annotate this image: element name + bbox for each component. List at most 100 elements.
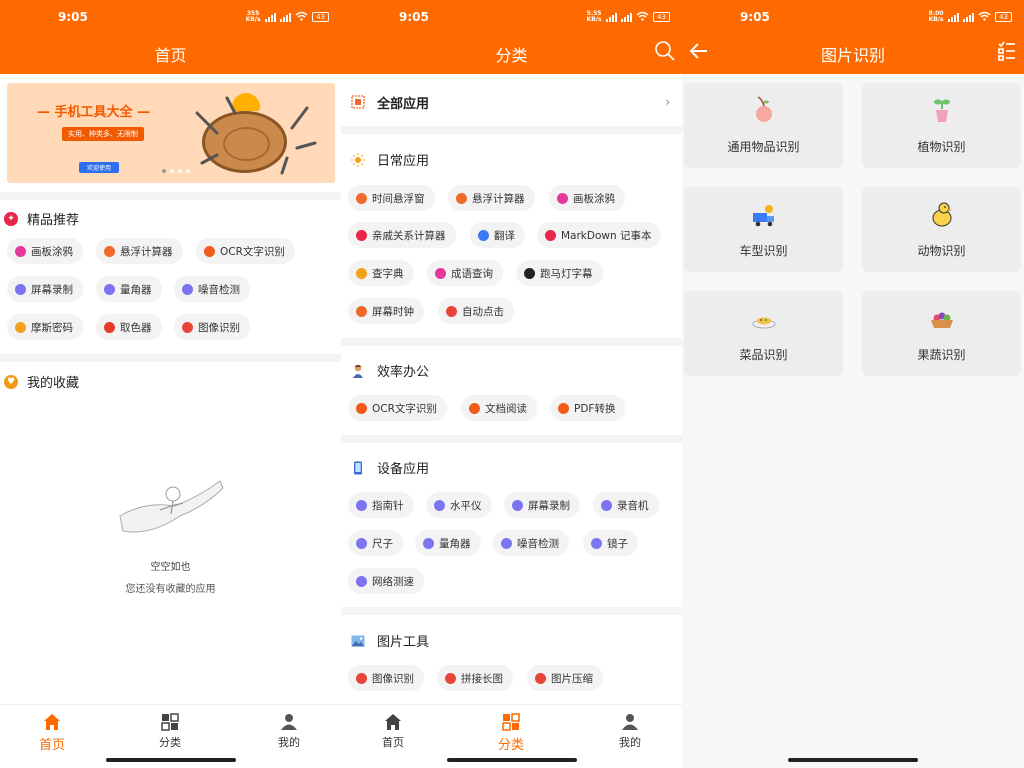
chip-stitch-long-image[interactable]: 拼接长图 — [437, 665, 513, 691]
color-picker-icon — [104, 321, 115, 333]
chip-color-picker[interactable]: 取色器 — [96, 314, 162, 340]
chip-recorder[interactable]: 录音机 — [593, 492, 659, 518]
chip-idiom[interactable]: 成语查询 — [427, 260, 503, 286]
chip-screen-clock[interactable]: 屏幕时钟 — [348, 298, 424, 324]
featured-icon: ✦ — [4, 211, 18, 226]
status-icons: 5.55 KB/s 43 — [586, 11, 670, 23]
category-icon — [161, 713, 179, 731]
tab-home[interactable]: 首页 — [353, 713, 433, 750]
plant-icon — [934, 99, 950, 122]
level-icon — [434, 499, 445, 511]
chip-marquee[interactable]: 跑马灯字幕 — [516, 260, 603, 286]
screens-container: 9:05 355 KB/s 43 首页 — 手机工具大全 — 实用、种类多、无限… — [0, 0, 1024, 768]
stitch-icon — [445, 672, 456, 684]
chip-compass[interactable]: 指南针 — [348, 492, 414, 518]
carousel-dots[interactable] — [162, 169, 190, 173]
favorites-title: 我的收藏 — [27, 376, 80, 391]
section-device-header: 设备应用 — [351, 458, 429, 477]
status-icons: 8.00 KB/s 43 — [928, 11, 1012, 23]
recognition-header: 9:05 8.00 KB/s 43 图片识别 — [682, 0, 1024, 74]
card-general-object[interactable]: 通用物品识别 — [684, 83, 843, 168]
card-fruit-vegetable[interactable]: 果蔬识别 — [862, 291, 1021, 376]
chip-ruler[interactable]: 尺子 — [348, 530, 403, 556]
home-indicator — [788, 758, 918, 762]
divider — [341, 435, 682, 443]
chip-mirror[interactable]: 镜子 — [583, 530, 638, 556]
chip-level[interactable]: 水平仪 — [426, 492, 492, 518]
chip-protractor[interactable]: 量角器 — [415, 530, 481, 556]
chip-protractor[interactable]: 量角器 — [96, 276, 162, 302]
all-apps-row[interactable]: 全部应用 › — [341, 80, 682, 124]
search-icon[interactable] — [654, 40, 676, 62]
wifi-icon — [978, 11, 991, 23]
chip-noise[interactable]: 噪音检测 — [174, 276, 250, 302]
net-speed: 355 KB/s — [245, 10, 261, 23]
banner-title: — 手机工具大全 — — [37, 105, 151, 120]
chip-ocr[interactable]: OCR文字识别 — [196, 238, 295, 264]
chip-image-recognize[interactable]: 图像识别 — [174, 314, 250, 340]
heart-icon: ♥ — [4, 374, 18, 389]
tools-illustration — [195, 96, 317, 175]
chip-relative-calculator[interactable]: 亲戚关系计算器 — [348, 222, 456, 248]
clock-icon — [356, 305, 367, 317]
tab-category[interactable]: 分类 — [471, 713, 551, 753]
tab-profile[interactable]: 我的 — [249, 713, 329, 750]
duck-icon — [932, 202, 952, 227]
chip-time-float[interactable]: 时间悬浮窗 — [348, 185, 435, 211]
palette-icon — [557, 192, 568, 204]
noise-icon — [182, 283, 193, 295]
chip-markdown[interactable]: MarkDown 记事本 — [537, 222, 662, 248]
network-icon — [356, 575, 367, 587]
chip-image-compress[interactable]: 图片压缩 — [527, 665, 603, 691]
chip-drawing[interactable]: 画板涂鸦 — [549, 185, 625, 211]
promo-banner[interactable]: — 手机工具大全 — 实用、种类多、无限制 欢迎使用 — [7, 83, 335, 183]
chip-image-recognize[interactable]: 图像识别 — [348, 665, 424, 691]
history-list-icon[interactable] — [996, 40, 1018, 62]
chip-morse[interactable]: 摩斯密码 — [7, 314, 83, 340]
home-indicator — [105, 758, 236, 762]
page-title: 分类 — [495, 46, 528, 65]
sun-icon — [351, 152, 365, 167]
image-recognition-screen: 9:05 8.00 KB/s 43 图片识别 通用物品识别 植物识别 车型识别 … — [682, 0, 1024, 768]
tab-profile[interactable]: 我的 — [590, 713, 670, 750]
pdf-icon — [558, 402, 569, 414]
chip-float-calculator[interactable]: 悬浮计算器 — [96, 238, 183, 264]
card-plant[interactable]: 植物识别 — [862, 83, 1021, 168]
card-vehicle[interactable]: 车型识别 — [684, 187, 843, 272]
chip-float-calculator[interactable]: 悬浮计算器 — [448, 185, 535, 211]
chip-doc-reader[interactable]: 文档阅读 — [461, 395, 537, 421]
record-icon — [15, 283, 26, 295]
all-apps-icon — [351, 95, 365, 109]
picture-icon — [351, 635, 365, 646]
marquee-icon — [524, 267, 535, 279]
card-dish[interactable]: 菜品识别 — [684, 291, 843, 376]
home-icon — [385, 714, 401, 730]
chip-noise[interactable]: 噪音检测 — [493, 530, 569, 556]
signal-icon — [265, 12, 277, 22]
chip-auto-click[interactable]: 自动点击 — [438, 298, 514, 324]
divider — [341, 338, 682, 346]
microphone-icon — [601, 499, 612, 511]
banner-button[interactable]: 欢迎使用 — [79, 162, 120, 173]
chip-screen-record[interactable]: 屏幕录制 — [7, 276, 83, 302]
chip-speed-test[interactable]: 网络测速 — [348, 568, 424, 594]
chevron-right-icon: › — [665, 95, 670, 109]
tab-home[interactable]: 首页 — [12, 713, 92, 753]
chip-pdf-convert[interactable]: PDF转换 — [550, 395, 626, 421]
profile-icon — [281, 714, 297, 730]
chip-dictionary[interactable]: 查字典 — [348, 260, 414, 286]
chip-screen-record[interactable]: 屏幕录制 — [504, 492, 580, 518]
chip-ocr[interactable]: OCR文字识别 — [348, 395, 447, 421]
page-title: 图片识别 — [820, 46, 885, 65]
idiom-icon — [435, 267, 446, 279]
banner-subtitle: 实用、种类多、无限制 — [62, 127, 144, 141]
tab-category[interactable]: 分类 — [130, 713, 210, 750]
favorites-header: ♥ 我的收藏 — [4, 372, 79, 391]
chip-drawing[interactable]: 画板涂鸦 — [7, 238, 83, 264]
chip-translate[interactable]: 翻译 — [470, 222, 525, 248]
category-icon — [502, 713, 520, 731]
translate-icon — [478, 229, 489, 241]
card-animal[interactable]: 动物识别 — [862, 187, 1021, 272]
status-time: 9:05 — [740, 10, 770, 24]
calculator-icon — [104, 245, 115, 257]
